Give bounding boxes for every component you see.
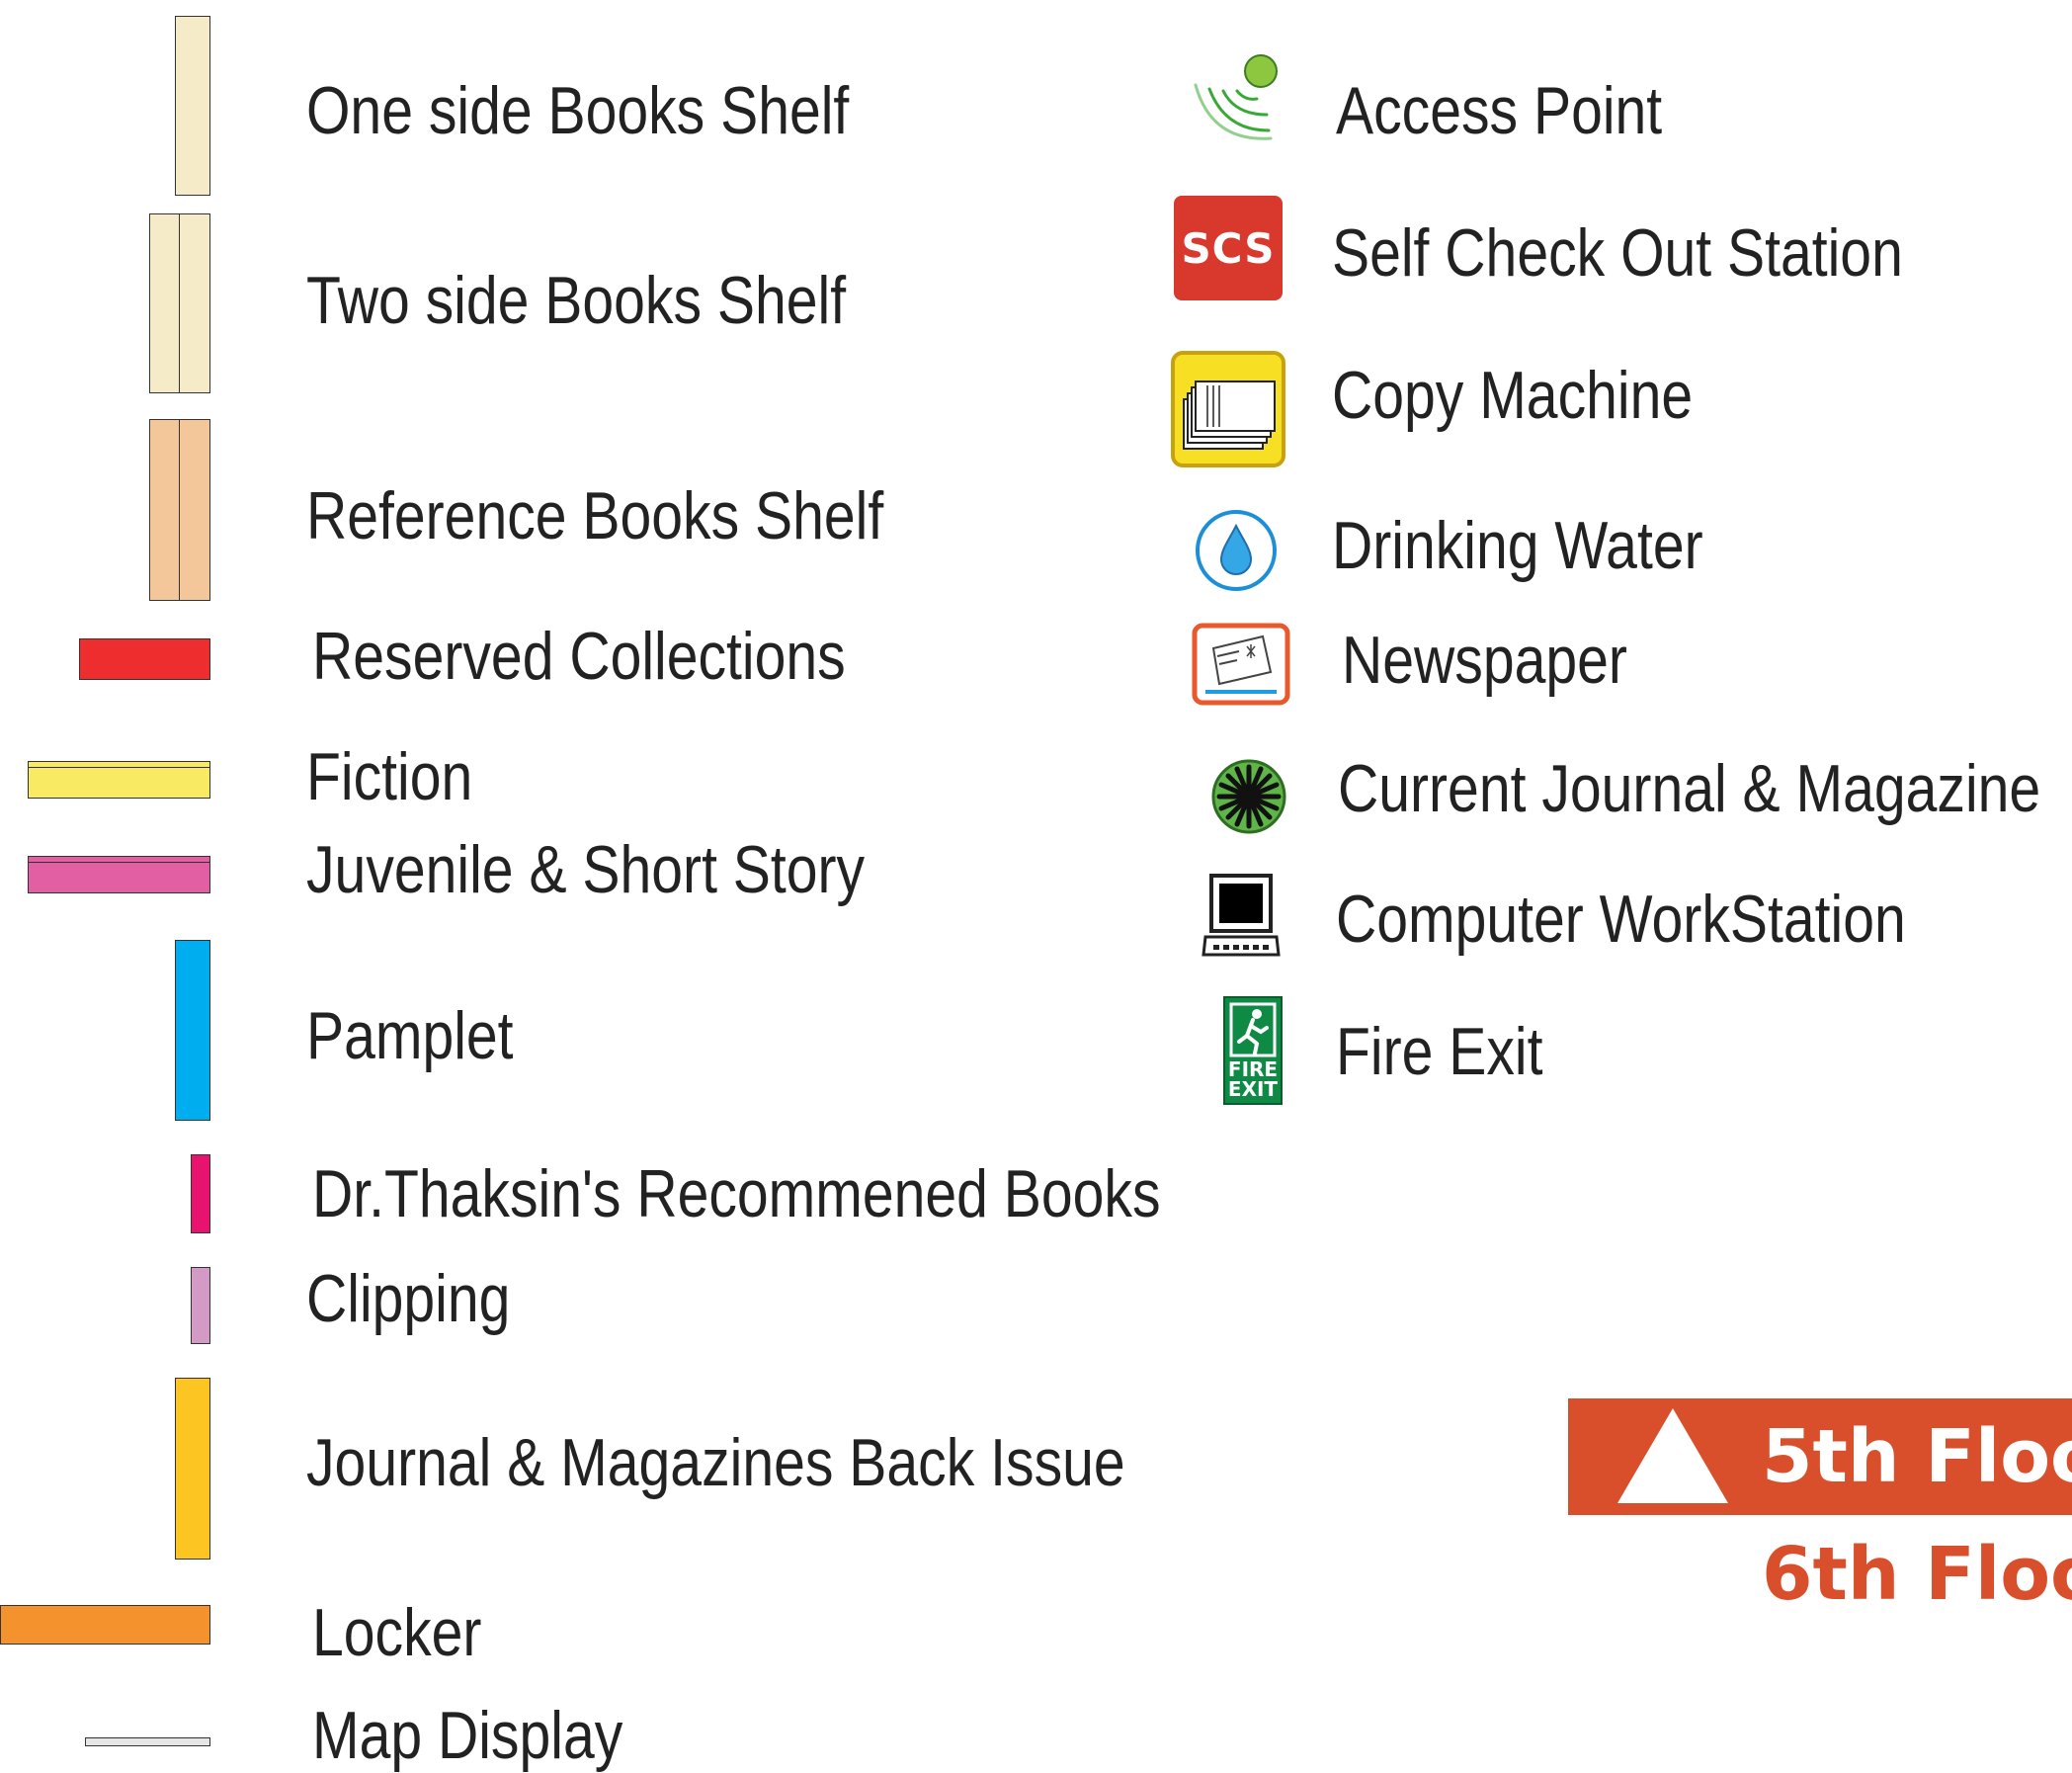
legend-label: Reserved Collections: [312, 619, 846, 694]
legend-label: Pamplet: [306, 998, 514, 1073]
next-floor-label: 6th Floor: [1762, 1532, 2072, 1617]
legend-label: Juvenile & Short Story: [306, 832, 866, 907]
legend-label: Drinking Water: [1332, 508, 1703, 583]
fire-exit-icon-text: FIRE EXIT: [1225, 1059, 1281, 1099]
legend-label: Clipping: [306, 1261, 511, 1336]
self-check-out-icon: SCS: [1174, 196, 1283, 300]
current-floor-badge: 5th Floor: [1568, 1398, 2072, 1515]
legend-label: Computer WorkStation: [1336, 882, 1906, 957]
clipping-swatch: [191, 1267, 210, 1344]
legend-label: Two side Books Shelf: [306, 263, 847, 338]
access-point-icon: [1194, 54, 1278, 140]
journal-back-issue-swatch: [175, 1378, 210, 1560]
current-floor-label: 5th Floor: [1762, 1414, 2072, 1499]
map-legend: One side Books Shelf Two side Books Shel…: [0, 0, 2072, 1769]
pamplet-swatch: [175, 940, 210, 1121]
juvenile-short-story-swatch: [28, 856, 210, 893]
recommended-books-swatch: [191, 1154, 210, 1233]
scs-icon-text: SCS: [1181, 223, 1276, 273]
legend-label: Access Point: [1336, 73, 1663, 148]
reserved-collections-swatch: [79, 638, 210, 680]
two-side-shelf-swatch: [149, 213, 210, 393]
locker-swatch: [0, 1605, 210, 1645]
reference-shelf-swatch: [149, 419, 210, 601]
newspaper-icon: [1192, 623, 1290, 706]
water-drop-icon: [1196, 510, 1277, 591]
fire-exit-icon: FIRE EXIT: [1223, 996, 1283, 1105]
copy-machine-icon: [1171, 351, 1285, 467]
map-display-swatch: [85, 1737, 210, 1746]
exit-text: EXIT: [1227, 1077, 1279, 1101]
legend-label: Locker: [312, 1595, 482, 1670]
one-side-shelf-swatch: [175, 16, 210, 196]
computer-icon: [1202, 874, 1281, 957]
legend-label: Fire Exit: [1336, 1014, 1543, 1089]
journal-burst-icon: [1211, 759, 1286, 834]
legend-label: Self Check Out Station: [1332, 215, 1903, 291]
legend-label: Newspaper: [1342, 623, 1627, 698]
legend-label: One side Books Shelf: [306, 73, 850, 148]
fiction-swatch: [28, 761, 210, 799]
legend-label: Current Journal & Magazine: [1338, 751, 2041, 826]
legend-label: Copy Machine: [1332, 358, 1694, 433]
up-arrow-icon: [1617, 1408, 1728, 1503]
running-person-icon: [1229, 1002, 1277, 1057]
legend-label: Reference Books Shelf: [306, 478, 884, 553]
legend-label: Journal & Magazines Back Issue: [306, 1425, 1125, 1500]
legend-label: Dr.Thaksin's Recommened Books: [312, 1156, 1161, 1231]
fire-text: FIRE: [1227, 1057, 1279, 1081]
legend-label: Fiction: [306, 739, 473, 814]
